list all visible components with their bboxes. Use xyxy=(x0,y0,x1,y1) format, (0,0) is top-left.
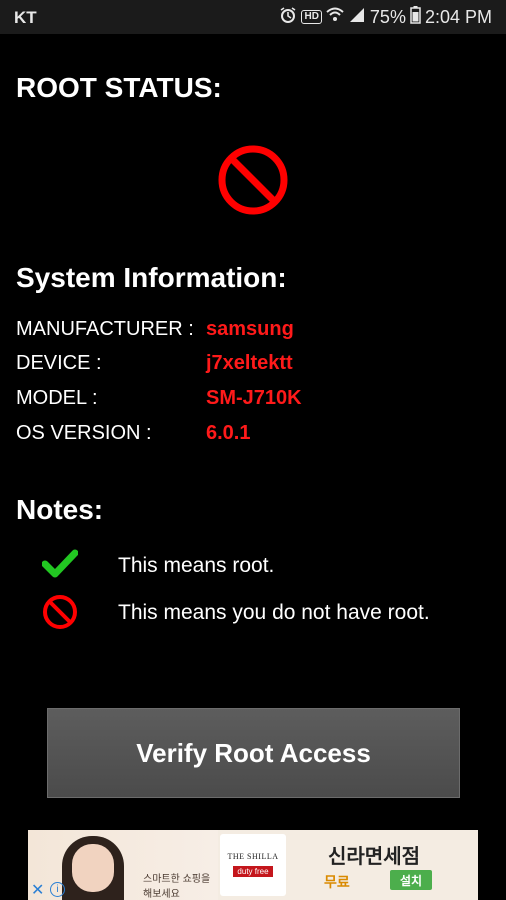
verify-root-access-button[interactable]: Verify Root Access xyxy=(47,708,460,798)
no-root-icon xyxy=(217,144,289,216)
note-no-root-text: This means you do not have root. xyxy=(118,601,430,624)
wifi-icon xyxy=(326,7,344,28)
clock: 2:04 PM xyxy=(424,6,492,27)
manufacturer-value: samsung xyxy=(206,318,294,340)
ad-banner[interactable]: 스마트한 쇼핑을 해보세요 THE SHILLA duty free 신라면세점… xyxy=(28,830,478,900)
signal-icon xyxy=(348,7,366,28)
notes-heading: Notes: xyxy=(16,494,104,525)
os-version-value: 6.0.1 xyxy=(206,422,251,444)
ad-install-button[interactable]: 설치 xyxy=(390,870,432,890)
ad-slogan: 스마트한 쇼핑을 해보세요 xyxy=(143,874,211,900)
status-icons: HD 75% 2:04 PM xyxy=(279,5,492,29)
ad-brand-name: 신라면세점 xyxy=(328,846,420,868)
ad-close-icon[interactable]: ✕ xyxy=(31,880,44,900)
no-root-icon xyxy=(42,594,78,635)
hd-voice-icon: HD xyxy=(301,10,322,24)
alarm-icon xyxy=(279,6,297,29)
device-label: DEVICE : xyxy=(16,352,102,374)
ad-logo: THE SHILLA duty free xyxy=(220,834,286,896)
ad-info-icon[interactable]: i xyxy=(50,882,65,897)
system-information-heading: System Information: xyxy=(16,262,287,293)
ad-logo-top: THE SHILLA xyxy=(227,852,279,861)
battery-icon xyxy=(410,5,421,29)
model-value: SM-J710K xyxy=(206,387,302,409)
ad-logo-bottom: duty free xyxy=(233,866,273,877)
manufacturer-label: MANUFACTURER : xyxy=(16,318,194,340)
os-version-label: OS VERSION : xyxy=(16,422,152,444)
ad-model-face xyxy=(72,844,114,892)
note-root-text: This means root. xyxy=(118,554,275,577)
status-bar: KT HD 75% 2:04 PM xyxy=(0,0,506,34)
device-value: j7xeltektt xyxy=(206,352,293,374)
battery-percent: 75% xyxy=(369,6,406,27)
ad-free-label: 무료 xyxy=(324,874,350,890)
root-status-heading: ROOT STATUS: xyxy=(16,72,222,103)
checkmark-icon xyxy=(41,549,79,584)
carrier-label: KT xyxy=(14,8,37,27)
model-label: MODEL : xyxy=(16,387,98,409)
